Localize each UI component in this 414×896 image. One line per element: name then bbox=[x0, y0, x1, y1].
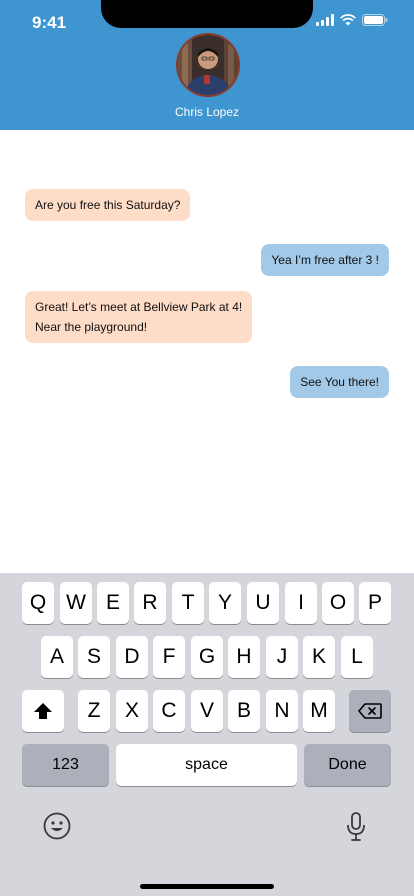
key-c[interactable]: C bbox=[153, 690, 185, 732]
key-s[interactable]: S bbox=[78, 636, 110, 678]
contact-avatar[interactable] bbox=[176, 33, 240, 97]
key-r[interactable]: R bbox=[134, 582, 166, 624]
message-text: Are you free this Saturday? bbox=[35, 198, 181, 212]
shift-icon bbox=[34, 703, 52, 719]
key-i[interactable]: I bbox=[285, 582, 317, 624]
key-b[interactable]: B bbox=[228, 690, 260, 732]
key-a[interactable]: A bbox=[41, 636, 73, 678]
message-text-line: Near the playground! bbox=[35, 320, 148, 334]
device-notch bbox=[101, 0, 313, 28]
key-n[interactable]: N bbox=[266, 690, 298, 732]
key-x[interactable]: X bbox=[116, 690, 148, 732]
message-bubble-sent: See You there! bbox=[290, 366, 389, 398]
message-bubble-sent: Yea I’m free after 3 ! bbox=[261, 244, 389, 276]
shift-key[interactable] bbox=[22, 690, 64, 732]
key-h[interactable]: H bbox=[228, 636, 260, 678]
key-v[interactable]: V bbox=[191, 690, 223, 732]
home-indicator[interactable] bbox=[140, 884, 274, 889]
status-time: 9:41 bbox=[32, 13, 67, 32]
key-y[interactable]: Y bbox=[209, 582, 241, 624]
contact-name: Chris Lopez bbox=[174, 105, 240, 119]
status-icons bbox=[316, 14, 388, 26]
key-j[interactable]: J bbox=[266, 636, 298, 678]
key-o[interactable]: O bbox=[322, 582, 354, 624]
battery-icon bbox=[362, 14, 388, 26]
key-g[interactable]: G bbox=[191, 636, 223, 678]
message-list: Are you free this Saturday? Yea I’m free… bbox=[0, 130, 414, 573]
key-u[interactable]: U bbox=[247, 582, 279, 624]
key-p[interactable]: P bbox=[359, 582, 391, 624]
key-d[interactable]: D bbox=[116, 636, 148, 678]
key-z[interactable]: Z bbox=[78, 690, 110, 732]
message-bubble-received: Great! Let’s meet at Bellview Park at 4!… bbox=[25, 291, 253, 343]
key-f[interactable]: F bbox=[153, 636, 185, 678]
keyboard: Q W E R T Y U I O P A S D F G H J K L Z … bbox=[0, 573, 414, 896]
emoji-button[interactable] bbox=[43, 812, 71, 840]
wifi-icon bbox=[340, 14, 356, 26]
done-key[interactable]: Done bbox=[304, 744, 391, 786]
backspace-icon bbox=[358, 703, 382, 719]
space-key[interactable]: space bbox=[116, 744, 297, 786]
key-q[interactable]: Q bbox=[22, 582, 54, 624]
microphone-icon bbox=[347, 812, 365, 841]
key-e[interactable]: E bbox=[97, 582, 129, 624]
backspace-key[interactable] bbox=[349, 690, 391, 732]
emoji-icon bbox=[43, 812, 71, 840]
dictation-button[interactable] bbox=[346, 812, 366, 842]
message-text: Yea I’m free after 3 ! bbox=[271, 253, 379, 267]
chat-header: 9:41 Chris Lopez bbox=[0, 0, 414, 130]
key-t[interactable]: T bbox=[172, 582, 204, 624]
message-text-line: Great! Let’s meet at Bellview Park at 4! bbox=[35, 300, 243, 314]
numbers-key[interactable]: 123 bbox=[22, 744, 109, 786]
signal-icon bbox=[316, 14, 334, 26]
message-bubble-received: Are you free this Saturday? bbox=[25, 189, 191, 221]
message-text: See You there! bbox=[300, 375, 379, 389]
key-w[interactable]: W bbox=[60, 582, 92, 624]
key-m[interactable]: M bbox=[303, 690, 335, 732]
key-l[interactable]: L bbox=[341, 636, 373, 678]
key-k[interactable]: K bbox=[303, 636, 335, 678]
